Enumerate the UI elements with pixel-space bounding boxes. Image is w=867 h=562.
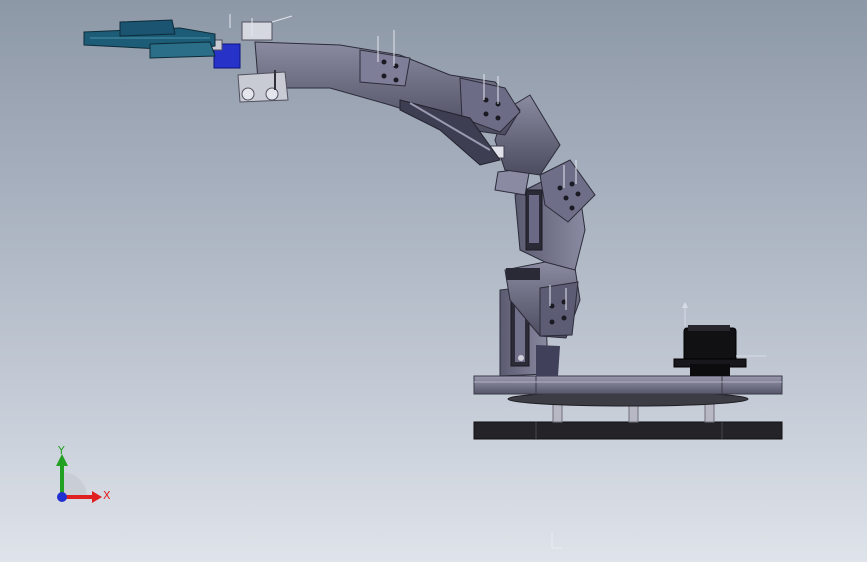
base-lower-plate[interactable] — [473, 421, 783, 440]
x-axis-arrow — [92, 491, 102, 503]
triad-background-arc — [62, 472, 87, 497]
base-servo[interactable] — [673, 302, 766, 376]
robot-arm-model[interactable]: Y X — [0, 0, 867, 562]
upper-arm-link[interactable] — [254, 30, 521, 166]
x-axis-label: X — [103, 489, 111, 502]
graphics-viewport[interactable]: Y X — [0, 0, 867, 562]
y-axis-label: Y — [57, 444, 65, 457]
origin-mark — [551, 532, 562, 549]
gripper-fingers[interactable] — [83, 19, 216, 59]
z-axis-dot — [57, 492, 67, 502]
base-upper-plate[interactable] — [473, 375, 783, 395]
axis-triad[interactable]: Y X — [56, 444, 111, 503]
